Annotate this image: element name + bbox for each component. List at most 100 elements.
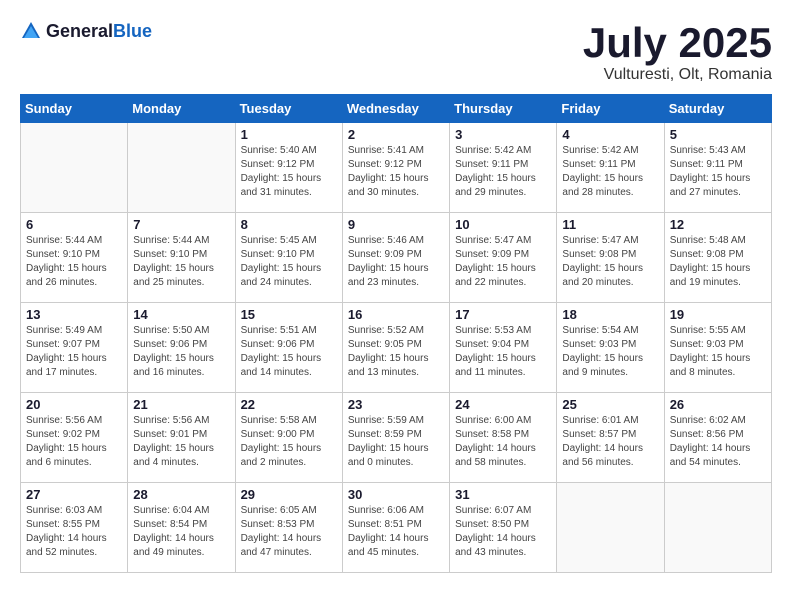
calendar-cell: 7 Sunrise: 5:44 AMSunset: 9:10 PMDaylight…: [128, 213, 235, 303]
calendar-header-row: Sunday Monday Tuesday Wednesday Thursday…: [21, 95, 772, 123]
day-info: Sunrise: 5:46 AMSunset: 9:09 PMDaylight:…: [348, 234, 444, 290]
calendar-cell: [128, 123, 235, 213]
col-thursday: Thursday: [450, 95, 557, 123]
logo-text-blue: Blue: [113, 21, 152, 41]
calendar-cell: 25 Sunrise: 6:01 AMSunset: 8:57 PMDayligh…: [557, 393, 664, 483]
day-number: 27: [26, 487, 122, 502]
day-number: 2: [348, 127, 444, 142]
calendar-cell: 10Sunrise: 5:47 AMSunset: 9:09 PMDayligh…: [450, 213, 557, 303]
calendar-cell: 19Sunrise: 5:55 AMSunset: 9:03 PMDayligh…: [664, 303, 771, 393]
calendar-cell: 23Sunrise: 5:59 AMSunset: 8:59 PMDayligh…: [342, 393, 449, 483]
logo-text-general: General: [46, 21, 113, 41]
day-number: 8: [241, 217, 337, 232]
day-info: Sunrise: 5:55 AMSunset: 9:03 PMDaylight:…: [670, 324, 766, 380]
calendar-cell: 17Sunrise: 5:53 AMSunset: 9:04 PMDayligh…: [450, 303, 557, 393]
day-info: Sunrise: 5:42 AMSunset: 9:11 PMDaylight:…: [562, 144, 658, 200]
logo: GeneralBlue: [20, 20, 152, 42]
calendar-cell: 2 Sunrise: 5:41 AMSunset: 9:12 PMDaylight…: [342, 123, 449, 213]
day-number: 7: [133, 217, 229, 232]
day-number: 9: [348, 217, 444, 232]
day-info: Sunrise: 5:51 AMSunset: 9:06 PMDaylight:…: [241, 324, 337, 380]
day-info: Sunrise: 6:07 AMSunset: 8:50 PMDaylight:…: [455, 504, 551, 560]
month-title: July 2025: [583, 20, 772, 66]
calendar-cell: 5Sunrise: 5:43 AMSunset: 9:11 PMDaylight…: [664, 123, 771, 213]
calendar-cell: 31 Sunrise: 6:07 AMSunset: 8:50 PMDayligh…: [450, 483, 557, 573]
day-number: 25: [562, 397, 658, 412]
day-number: 26: [670, 397, 766, 412]
day-info: Sunrise: 5:48 AMSunset: 9:08 PMDaylight:…: [670, 234, 766, 290]
calendar-cell: 22 Sunrise: 5:58 AMSunset: 9:00 PMDayligh…: [235, 393, 342, 483]
day-info: Sunrise: 6:05 AMSunset: 8:53 PMDaylight:…: [241, 504, 337, 560]
day-number: 22: [241, 397, 337, 412]
day-info: Sunrise: 6:04 AMSunset: 8:54 PMDaylight:…: [133, 504, 229, 560]
day-info: Sunrise: 5:47 AMSunset: 9:09 PMDaylight:…: [455, 234, 551, 290]
calendar-cell: 9 Sunrise: 5:46 AMSunset: 9:09 PMDaylight…: [342, 213, 449, 303]
page-header: GeneralBlue July 2025 Vulturesti, Olt, R…: [20, 20, 772, 84]
calendar-cell: 20Sunrise: 5:56 AMSunset: 9:02 PMDayligh…: [21, 393, 128, 483]
day-info: Sunrise: 5:42 AMSunset: 9:11 PMDaylight:…: [455, 144, 551, 200]
col-saturday: Saturday: [664, 95, 771, 123]
day-number: 14: [133, 307, 229, 322]
day-info: Sunrise: 6:02 AMSunset: 8:56 PMDaylight:…: [670, 414, 766, 470]
calendar-cell: 1 Sunrise: 5:40 AMSunset: 9:12 PMDaylight…: [235, 123, 342, 213]
calendar-cell: 16 Sunrise: 5:52 AMSunset: 9:05 PMDayligh…: [342, 303, 449, 393]
calendar-cell: 14 Sunrise: 5:50 AMSunset: 9:06 PMDayligh…: [128, 303, 235, 393]
col-sunday: Sunday: [21, 95, 128, 123]
day-info: Sunrise: 5:47 AMSunset: 9:08 PMDaylight:…: [562, 234, 658, 290]
calendar-cell: 26 Sunrise: 6:02 AMSunset: 8:56 PMDayligh…: [664, 393, 771, 483]
calendar-cell: 15 Sunrise: 5:51 AMSunset: 9:06 PMDayligh…: [235, 303, 342, 393]
day-info: Sunrise: 6:06 AMSunset: 8:51 PMDaylight:…: [348, 504, 444, 560]
calendar-cell: 3 Sunrise: 5:42 AMSunset: 9:11 PMDaylight…: [450, 123, 557, 213]
calendar-cell: 8 Sunrise: 5:45 AMSunset: 9:10 PMDaylight…: [235, 213, 342, 303]
day-number: 13: [26, 307, 122, 322]
calendar-row-4: 20Sunrise: 5:56 AMSunset: 9:02 PMDayligh…: [21, 393, 772, 483]
day-number: 21: [133, 397, 229, 412]
day-info: Sunrise: 5:58 AMSunset: 9:00 PMDaylight:…: [241, 414, 337, 470]
day-info: Sunrise: 5:56 AMSunset: 9:01 PMDaylight:…: [133, 414, 229, 470]
calendar-cell: [557, 483, 664, 573]
day-info: Sunrise: 5:41 AMSunset: 9:12 PMDaylight:…: [348, 144, 444, 200]
day-number: 1: [241, 127, 337, 142]
day-number: 28: [133, 487, 229, 502]
day-info: Sunrise: 6:03 AMSunset: 8:55 PMDaylight:…: [26, 504, 122, 560]
day-info: Sunrise: 5:53 AMSunset: 9:04 PMDaylight:…: [455, 324, 551, 380]
day-info: Sunrise: 6:00 AMSunset: 8:58 PMDaylight:…: [455, 414, 551, 470]
calendar-cell: 12Sunrise: 5:48 AMSunset: 9:08 PMDayligh…: [664, 213, 771, 303]
day-number: 15: [241, 307, 337, 322]
day-info: Sunrise: 5:44 AMSunset: 9:10 PMDaylight:…: [133, 234, 229, 290]
day-number: 24: [455, 397, 551, 412]
day-info: Sunrise: 5:52 AMSunset: 9:05 PMDaylight:…: [348, 324, 444, 380]
calendar-cell: 4 Sunrise: 5:42 AMSunset: 9:11 PMDaylight…: [557, 123, 664, 213]
calendar-cell: 21 Sunrise: 5:56 AMSunset: 9:01 PMDayligh…: [128, 393, 235, 483]
day-number: 11: [562, 217, 658, 232]
calendar-cell: [664, 483, 771, 573]
day-number: 20: [26, 397, 122, 412]
calendar-cell: 11 Sunrise: 5:47 AMSunset: 9:08 PMDayligh…: [557, 213, 664, 303]
day-info: Sunrise: 5:43 AMSunset: 9:11 PMDaylight:…: [670, 144, 766, 200]
calendar-cell: 24 Sunrise: 6:00 AMSunset: 8:58 PMDayligh…: [450, 393, 557, 483]
calendar-cell: 28 Sunrise: 6:04 AMSunset: 8:54 PMDayligh…: [128, 483, 235, 573]
day-info: Sunrise: 5:45 AMSunset: 9:10 PMDaylight:…: [241, 234, 337, 290]
day-number: 16: [348, 307, 444, 322]
day-number: 30: [348, 487, 444, 502]
calendar-row-5: 27 Sunrise: 6:03 AMSunset: 8:55 PMDayligh…: [21, 483, 772, 573]
logo-icon: [20, 20, 42, 42]
calendar-cell: 13 Sunrise: 5:49 AMSunset: 9:07 PMDayligh…: [21, 303, 128, 393]
col-tuesday: Tuesday: [235, 95, 342, 123]
day-number: 6: [26, 217, 122, 232]
calendar-cell: 29Sunrise: 6:05 AMSunset: 8:53 PMDayligh…: [235, 483, 342, 573]
day-number: 3: [455, 127, 551, 142]
day-number: 31: [455, 487, 551, 502]
day-info: Sunrise: 5:40 AMSunset: 9:12 PMDaylight:…: [241, 144, 337, 200]
calendar-row-3: 13 Sunrise: 5:49 AMSunset: 9:07 PMDayligh…: [21, 303, 772, 393]
day-number: 4: [562, 127, 658, 142]
col-wednesday: Wednesday: [342, 95, 449, 123]
col-monday: Monday: [128, 95, 235, 123]
col-friday: Friday: [557, 95, 664, 123]
day-info: Sunrise: 5:49 AMSunset: 9:07 PMDaylight:…: [26, 324, 122, 380]
day-info: Sunrise: 6:01 AMSunset: 8:57 PMDaylight:…: [562, 414, 658, 470]
calendar-cell: 27 Sunrise: 6:03 AMSunset: 8:55 PMDayligh…: [21, 483, 128, 573]
day-info: Sunrise: 5:50 AMSunset: 9:06 PMDaylight:…: [133, 324, 229, 380]
title-area: July 2025 Vulturesti, Olt, Romania: [583, 20, 772, 84]
location: Vulturesti, Olt, Romania: [583, 66, 772, 84]
